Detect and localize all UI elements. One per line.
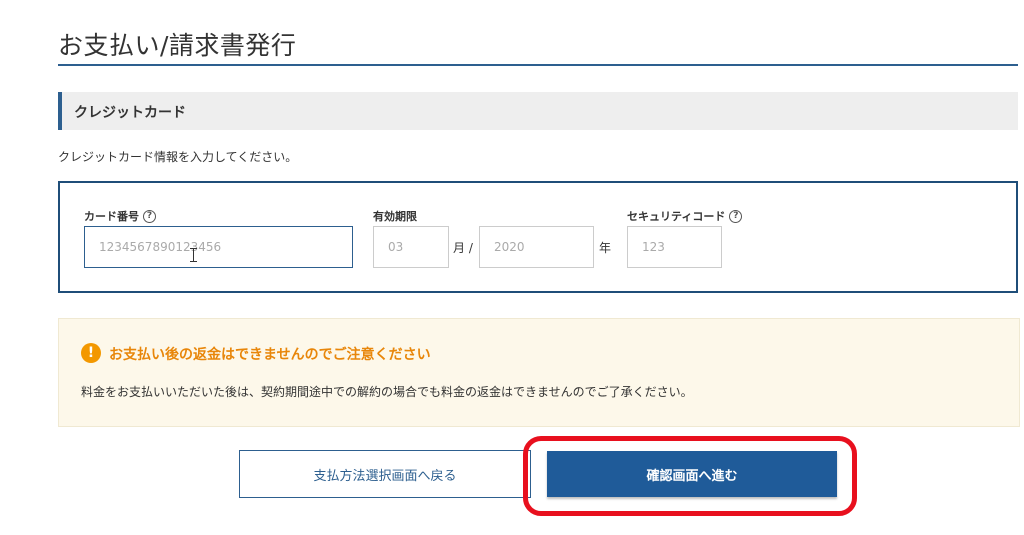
page-title: お支払い/請求書発行 — [58, 31, 297, 60]
expiry-year-input[interactable] — [479, 226, 594, 268]
card-number-input[interactable] — [84, 226, 353, 268]
security-code-input[interactable] — [627, 226, 722, 268]
expiry-month-input[interactable] — [373, 226, 449, 268]
card-number-label-group: カード番号 ? — [84, 208, 156, 224]
proceed-to-confirm-button[interactable]: 確認画面へ進む — [547, 451, 837, 497]
title-divider — [58, 64, 1018, 66]
exclamation-circle-icon: ! — [81, 343, 101, 363]
expiry-label-group: 有効期限 — [373, 208, 417, 224]
question-circle-icon[interactable]: ? — [729, 209, 743, 223]
expiry-label: 有効期限 — [373, 210, 417, 223]
year-unit: 年 — [599, 241, 612, 255]
section-heading-credit-card: クレジットカード — [58, 92, 1018, 130]
text-cursor-icon — [190, 248, 197, 262]
month-unit: 月 / — [453, 241, 473, 255]
question-circle-icon[interactable]: ? — [143, 209, 156, 223]
notice-body: 料金をお支払いいただいた後は、契約期間途中での解約の場合でも料金の返金はできませ… — [81, 385, 693, 399]
notice-title: お支払い後の返金はできませんのでご注意ください — [109, 347, 431, 363]
instruction-text: クレジットカード情報を入力してください。 — [58, 150, 298, 164]
section-heading-label: クレジットカード — [74, 105, 186, 121]
refund-notice: ! お支払い後の返金はできませんのでご注意ください 料金をお支払いいただいた後は… — [58, 318, 1020, 427]
security-code-label-group: セキュリティコード ? — [627, 208, 743, 224]
security-code-label: セキュリティコード — [627, 210, 726, 223]
card-number-label: カード番号 — [84, 210, 139, 223]
back-to-payment-method-button[interactable]: 支払方法選択画面へ戻る — [239, 450, 531, 498]
